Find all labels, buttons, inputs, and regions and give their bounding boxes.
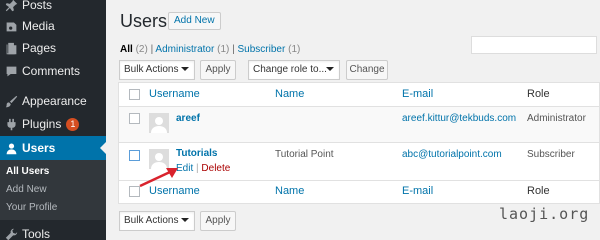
email-link[interactable]: abc@tutorialpoint.com — [402, 149, 502, 160]
table-row: Tutorials Tutorial Point abc@tutorialpoi… — [119, 143, 599, 181]
menu-label: Appearance — [22, 94, 87, 108]
change-role-select[interactable]: Change role to... — [248, 60, 340, 80]
change-role-button[interactable]: Change — [346, 60, 388, 80]
bulk-actions-value: Bulk Actions — [124, 64, 179, 75]
email-link[interactable]: areef.kittur@tekbuds.com — [402, 113, 516, 124]
update-count-badge: 1 — [66, 117, 80, 131]
menu-item-tools[interactable]: Tools — [0, 222, 106, 240]
action-separator: | — [196, 163, 199, 174]
plugin-icon — [0, 118, 22, 131]
submenu-your-profile[interactable]: Your Profile — [6, 202, 57, 213]
bulk-actions-value: Bulk Actions — [124, 215, 179, 226]
pin-icon — [0, 0, 22, 12]
menu-item-appearance[interactable]: Appearance — [0, 89, 106, 113]
role-filter-links: All (2) | Administrator (1) | Subscriber… — [120, 44, 300, 55]
menu-label: Users — [22, 141, 56, 155]
filter-administrator-count: (1) — [217, 44, 230, 55]
menu-label: Posts — [22, 0, 53, 12]
wrench-icon — [0, 228, 22, 240]
role-cell: Administrator — [527, 113, 586, 124]
filter-subscriber[interactable]: Subscriber — [238, 44, 286, 55]
submenu-add-new[interactable]: Add New — [6, 184, 47, 195]
submenu-all-users[interactable]: All Users — [6, 166, 49, 177]
username-link[interactable]: areef — [176, 113, 200, 124]
filter-subscriber-count: (1) — [288, 44, 301, 55]
media-icon — [0, 20, 22, 33]
column-name[interactable]: Name — [275, 88, 304, 100]
change-role-value: Change role to... — [253, 64, 327, 75]
row-actions: Edit | Delete — [176, 163, 230, 174]
filter-all[interactable]: All — [120, 44, 133, 55]
menu-item-comments[interactable]: Comments — [0, 59, 106, 83]
admin-sidebar: Posts Media Pages Comments Appearance Pl… — [0, 0, 106, 240]
column-name[interactable]: Name — [275, 185, 304, 197]
menu-label: Comments — [22, 64, 81, 78]
chevron-down-icon — [181, 67, 189, 71]
comments-icon — [0, 65, 22, 78]
row-checkbox[interactable] — [129, 150, 140, 161]
column-email[interactable]: E-mail — [402, 88, 433, 100]
table-footer-row: Username Name E-mail Role — [119, 181, 599, 203]
bulk-actions-select-bottom[interactable]: Bulk Actions — [119, 211, 195, 231]
watermark: laoji.org — [499, 205, 590, 223]
menu-item-plugins[interactable]: Plugins 1 — [0, 112, 106, 136]
users-table: Username Name E-mail Role areef areef.ki… — [118, 82, 600, 204]
username-link[interactable]: Tutorials — [176, 148, 217, 159]
menu-item-users[interactable]: Users — [0, 136, 106, 160]
users-submenu: All Users Add New Your Profile — [0, 160, 106, 220]
apply-button[interactable]: Apply — [200, 60, 236, 80]
chevron-down-icon — [326, 67, 334, 71]
menu-label: Tools — [22, 227, 51, 240]
row-checkbox[interactable] — [129, 113, 140, 124]
select-all-checkbox[interactable] — [129, 89, 140, 100]
role-cell: Subscriber — [527, 149, 575, 160]
filter-all-count: (2) — [135, 44, 148, 55]
pages-icon — [0, 42, 22, 55]
bulk-actions-select[interactable]: Bulk Actions — [119, 60, 195, 80]
search-users-input[interactable] — [471, 36, 597, 54]
annotation-arrow-icon — [139, 168, 178, 188]
add-new-button[interactable]: Add New — [168, 12, 221, 30]
table-header-row: Username Name E-mail Role — [119, 83, 599, 107]
user-icon — [0, 142, 22, 155]
column-username[interactable]: Username — [149, 88, 200, 100]
column-role: Role — [527, 185, 550, 197]
name-cell: Tutorial Point — [275, 149, 334, 160]
menu-label: Pages — [22, 41, 57, 55]
chevron-down-icon — [181, 218, 189, 222]
filter-separator: | — [232, 44, 235, 55]
apply-button-bottom[interactable]: Apply — [200, 211, 236, 231]
column-email[interactable]: E-mail — [402, 185, 433, 197]
filter-separator: | — [150, 44, 154, 55]
filter-administrator[interactable]: Administrator — [155, 44, 214, 55]
brush-icon — [0, 95, 22, 108]
menu-item-pages[interactable]: Pages — [0, 36, 106, 60]
page-title: Users — [120, 11, 168, 31]
menu-label: Plugins — [22, 117, 62, 131]
delete-link[interactable]: Delete — [201, 163, 230, 174]
menu-label: Media — [22, 19, 55, 33]
menu-item-media[interactable]: Media — [0, 14, 106, 38]
table-row: areef areef.kittur@tekbuds.com Administr… — [119, 107, 599, 143]
avatar — [149, 113, 169, 133]
column-role: Role — [527, 88, 550, 100]
